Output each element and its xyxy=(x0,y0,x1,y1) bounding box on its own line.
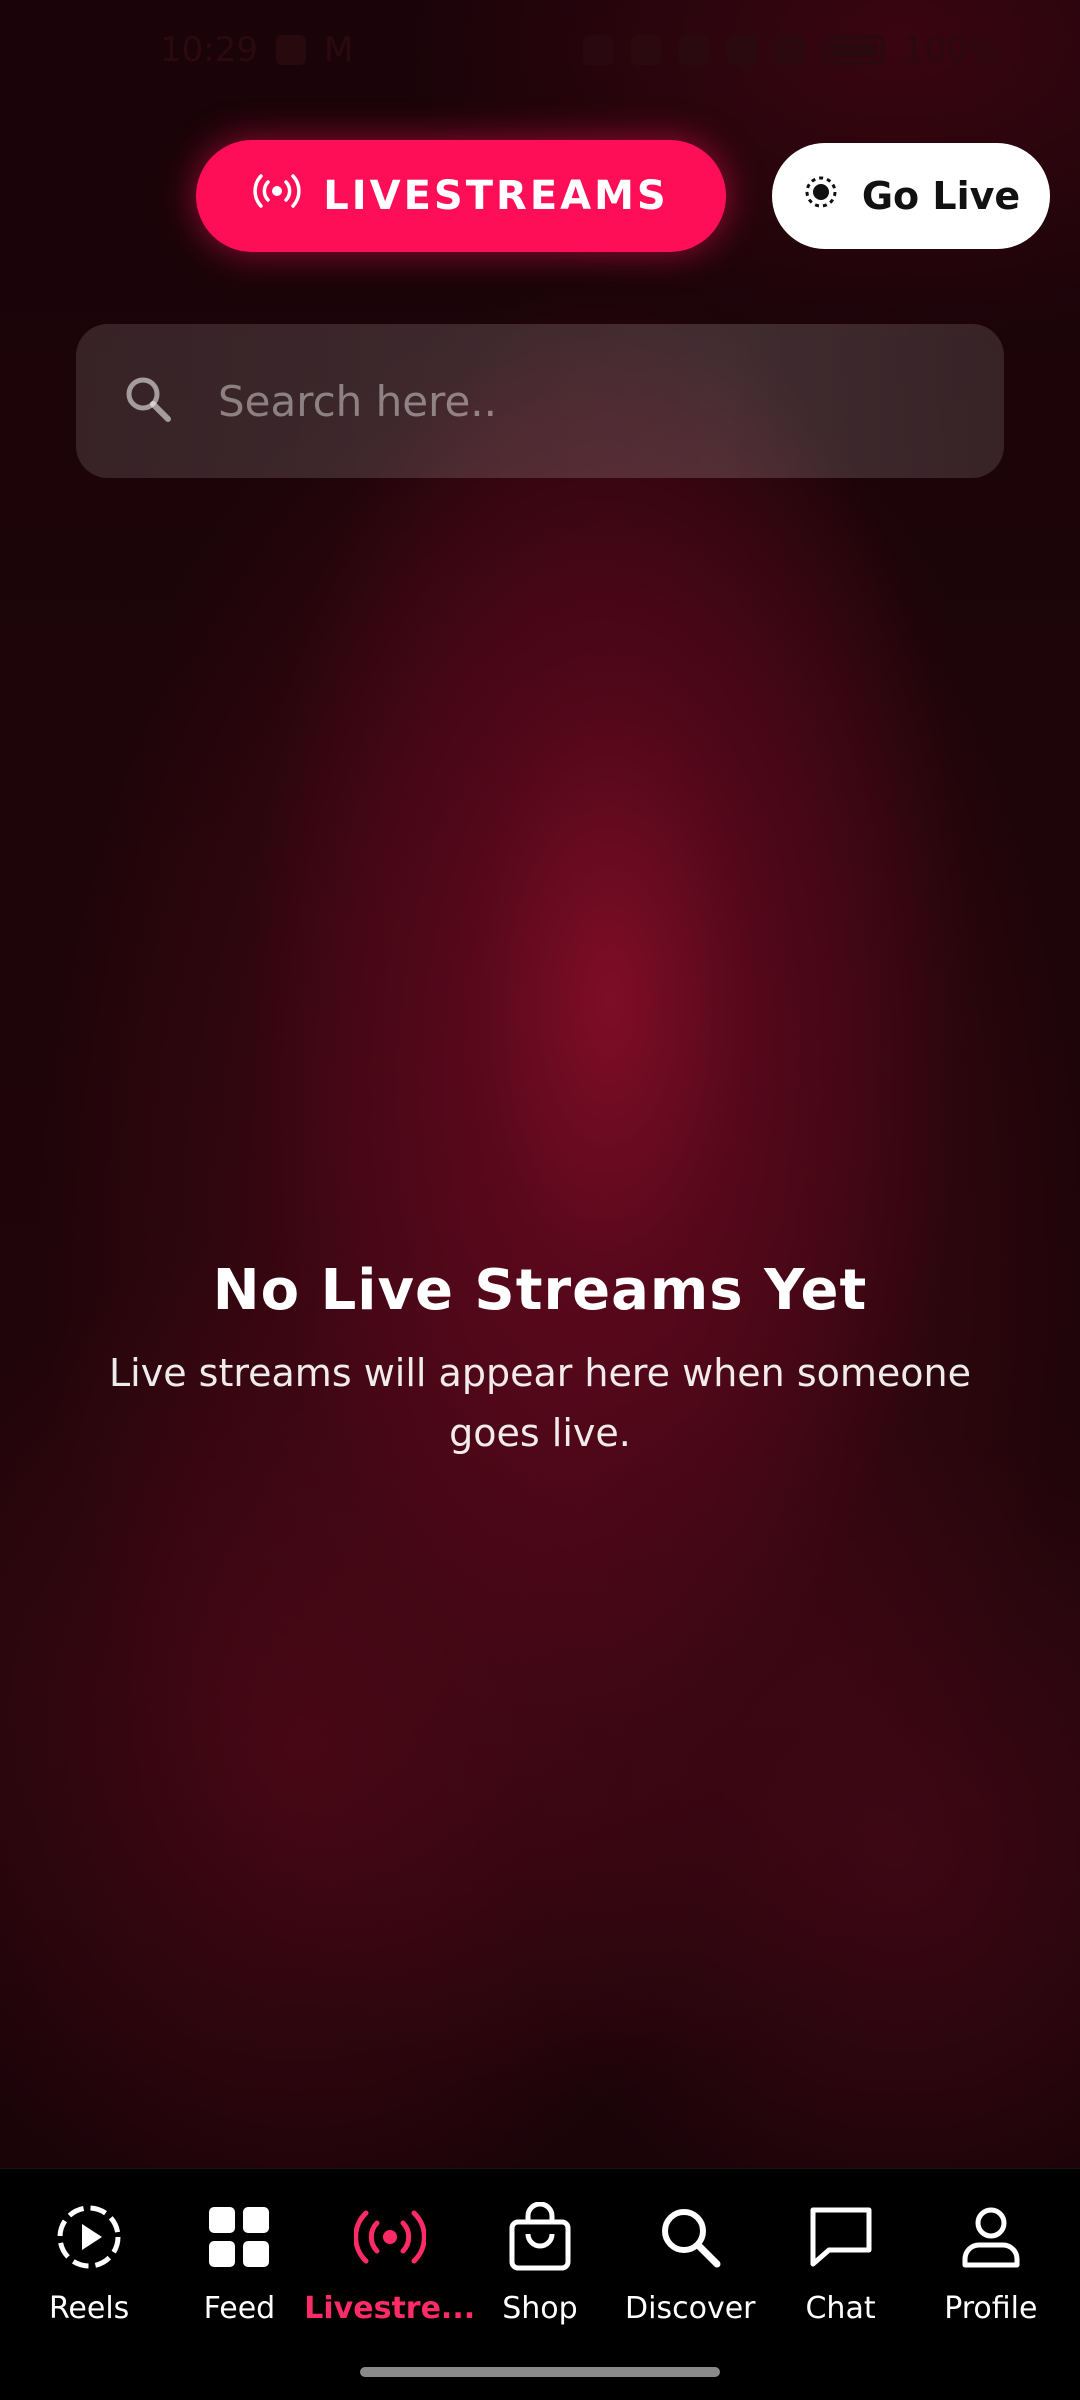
reels-icon xyxy=(49,2197,129,2277)
battery-icon xyxy=(822,35,885,65)
nav-label-discover: Discover xyxy=(625,2291,756,2326)
chat-bubble-icon xyxy=(801,2197,881,2277)
nav-item-profile[interactable]: Profile xyxy=(921,2197,1061,2326)
nav-label-reels: Reels xyxy=(48,2291,130,2326)
search-input[interactable] xyxy=(218,324,1004,478)
alarm-icon xyxy=(582,35,613,65)
nav-item-chat[interactable]: Chat xyxy=(771,2197,911,2326)
battery-percent: 100% xyxy=(902,30,1000,70)
nav-item-reels[interactable]: Reels xyxy=(19,2197,159,2326)
livestreams-screen: 10:29 M 100% LIVESTREAMS Go Live Search … xyxy=(0,0,1080,2400)
nav-item-feed[interactable]: Feed xyxy=(169,2197,309,2326)
status-time: 10:29 xyxy=(160,30,258,70)
signal-icon xyxy=(678,35,709,65)
go-live-button[interactable]: Go Live xyxy=(772,143,1050,249)
camera-notification-icon xyxy=(275,35,306,65)
nav-item-shop[interactable]: Shop xyxy=(470,2197,610,2326)
status-right: 100% xyxy=(582,30,1000,70)
status-bar: 10:29 M 100% xyxy=(0,0,1080,100)
search-icon xyxy=(650,2197,730,2277)
bottom-navigation: Reels Feed Livestre... Shop Discover Cha… xyxy=(0,2168,1080,2400)
search-bar[interactable] xyxy=(76,324,1004,478)
nav-label-profile: Profile xyxy=(944,2291,1038,2326)
wifi-icon xyxy=(726,35,757,65)
youtube-icon xyxy=(774,35,805,65)
shopping-bag-icon xyxy=(500,2197,580,2277)
nav-label-chat: Chat xyxy=(805,2291,876,2326)
bluetooth-icon xyxy=(630,35,661,65)
go-live-label: Go Live xyxy=(861,174,1021,218)
search-icon xyxy=(122,373,174,429)
livestreams-label: LIVESTREAMS xyxy=(323,173,669,219)
empty-state-title: No Live Streams Yet xyxy=(212,1258,868,1323)
livestreams-tab-button[interactable]: LIVESTREAMS xyxy=(196,140,726,252)
status-left: 10:29 M xyxy=(160,30,353,70)
nav-label-shop: Shop xyxy=(502,2291,578,2326)
nav-item-discover[interactable]: Discover xyxy=(620,2197,760,2326)
broadcast-icon xyxy=(350,2197,430,2277)
nav-label-livestreams: Livestre... xyxy=(304,2291,476,2326)
nav-item-livestreams[interactable]: Livestre... xyxy=(304,2197,475,2326)
grid-icon xyxy=(199,2197,279,2277)
broadcast-icon xyxy=(253,173,301,219)
home-indicator[interactable] xyxy=(360,2367,720,2377)
empty-state-subtitle: Live streams will appear here when someo… xyxy=(108,1351,971,1455)
record-icon xyxy=(802,173,840,220)
person-icon xyxy=(951,2197,1031,2277)
status-indicator: M xyxy=(323,30,354,70)
nav-label-feed: Feed xyxy=(203,2291,276,2326)
empty-state: No Live Streams Yet Live streams will ap… xyxy=(80,1258,1000,1463)
